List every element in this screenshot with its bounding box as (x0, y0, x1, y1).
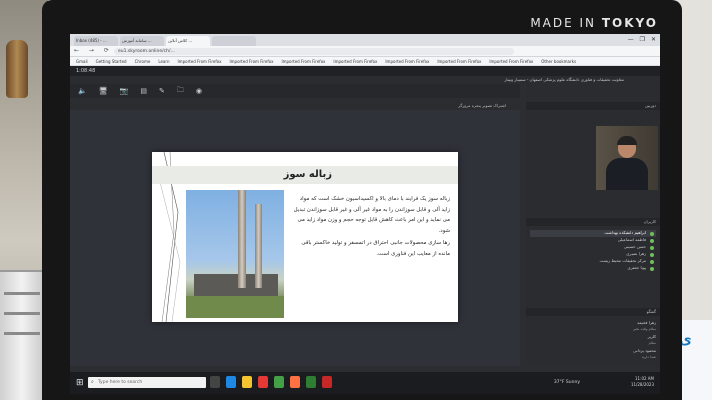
online-dot-icon (650, 245, 654, 250)
meeting-titlebar: معاونت تحقیقات و فناوری دانشگاه علوم پزش… (70, 76, 660, 84)
bookmarks-bar: Gmail Getting Started Chrome Learn Impor… (70, 57, 660, 66)
slide-paragraph: رها سازی محصولات جانبی احتراق در اتمسفر … (301, 240, 450, 257)
file-explorer-icon[interactable] (242, 376, 252, 388)
browser-tab[interactable]: Inbox (485) - ... (74, 36, 118, 46)
pen-icon[interactable]: ✎ (159, 87, 165, 95)
camera-icon[interactable]: 📷 (120, 87, 129, 95)
chrome-icon[interactable] (274, 376, 284, 388)
participant-row[interactable]: زهرا نصیری (530, 251, 656, 258)
bookmark-item[interactable]: Imported From Firefox (279, 59, 327, 64)
firefox-icon[interactable] (290, 376, 300, 388)
users-panel-header: کاربران (526, 218, 660, 226)
slide-title: زباله سوز (283, 169, 332, 180)
photo-scene: ی MADE IN TOKYO Inbox (485) - ... سامانه… (0, 0, 712, 400)
monitor: MADE IN TOKYO Inbox (485) - ... سامانه آ… (42, 0, 682, 400)
search-icon: ⌕ (91, 379, 94, 385)
online-dot-icon (650, 252, 654, 257)
session-timer: 1:08:48 (76, 68, 96, 74)
weather-widget[interactable]: 37°F Sunny (554, 380, 580, 385)
slide-paragraph: زباله سوز یک فرایند با دمای بالا و اکسید… (293, 196, 450, 234)
online-dot-icon (650, 231, 654, 236)
bookmark-item[interactable]: Imported From Firefox (435, 59, 483, 64)
vase (6, 40, 28, 98)
participant-row[interactable]: مرکز تحقیقات محیط زیست (530, 258, 656, 265)
browser-tab-strip: Inbox (485) - ... سامانه آموزش ... کلاس … (70, 34, 660, 46)
online-dot-icon (650, 266, 654, 271)
windows-start-icon[interactable]: ⊞ (76, 378, 84, 388)
bookmark-item[interactable]: Imported From Firefox (487, 59, 535, 64)
chat-message: سلام وقت بخیر (632, 327, 656, 331)
browser-tab-active[interactable]: کلاس آنلاین ... (166, 36, 210, 46)
speaker-icon[interactable]: 🔈 (78, 87, 87, 95)
presentation-stage: زباله سوز زباله سوز یک فرایند با دمای با… (70, 110, 520, 366)
chat-message: سلام (648, 341, 656, 345)
stage-label: اشتراک تصویر پنجره مرورگر (458, 103, 506, 108)
participant-row[interactable]: پویا جعفری (530, 265, 656, 272)
bookmark-item[interactable]: Other bookmarks (539, 59, 578, 64)
excel-icon[interactable] (306, 376, 316, 388)
screen-share-icon[interactable]: 🖥 (99, 87, 108, 95)
powerpoint-icon[interactable] (258, 376, 268, 388)
maximize-icon[interactable]: ❐ (640, 36, 645, 44)
chat-author: کاربر (647, 334, 656, 339)
meeting-topbar: 1:08:48 (70, 66, 660, 76)
meeting-toolbar: 🔈 🖥 📷 ▤ ✎ 🗀 ◉ (70, 84, 520, 98)
whiteboard-icon[interactable]: ▤ (140, 87, 147, 95)
nav-arrows-icon[interactable]: ← → ⟳ (74, 47, 113, 54)
system-clock[interactable]: 11:02 AM 11/28/2023 (631, 376, 654, 388)
printer-device (0, 270, 44, 400)
edge-icon[interactable] (226, 376, 236, 388)
taskbar-apps (210, 376, 332, 388)
slide-body: زباله سوز یک فرایند با دمای بالا و اکسید… (292, 194, 450, 318)
meeting-sidebar: دوربین کاربران ابراهیم دانشکده بهداشت فا… (526, 84, 660, 366)
folder-icon[interactable]: 🗀 (177, 86, 184, 97)
chat-author: زهرا فخیمه (637, 320, 656, 325)
record-icon[interactable]: ◉ (196, 87, 202, 95)
address-input[interactable]: eu1.skyroom.online/ch/... (114, 48, 514, 55)
monitor-brand: MADE IN TOKYO (530, 16, 658, 30)
chat-list: زهرا فخیمه سلام وقت بخیر کاربر سلام محمو… (530, 320, 656, 362)
windows-taskbar: ⊞ ⌕ Type here to search 37°F Sunny 11:02… (70, 372, 660, 394)
meeting-title: معاونت تحقیقات و فناوری دانشگاه علوم پزش… (504, 77, 624, 82)
stage-header: اشتراک تصویر پنجره مرورگر (70, 102, 520, 110)
window-controls: — ❐ ✕ (628, 36, 656, 44)
participant-row[interactable]: فاطمه اسماعیلی (530, 237, 656, 244)
incinerator-photo (186, 190, 284, 318)
minimize-icon[interactable]: — (628, 36, 634, 44)
bookmark-item[interactable]: Imported From Firefox (383, 59, 431, 64)
camera-panel-header: دوربین (526, 102, 660, 110)
bookmark-item[interactable]: Chrome (133, 59, 153, 64)
participant-list: ابراهیم دانشکده بهداشت فاطمه اسماعیلی حس… (530, 230, 656, 272)
chat-panel-header: گفتگو (526, 308, 660, 316)
shared-slide: زباله سوز زباله سوز یک فرایند با دمای با… (152, 152, 458, 322)
screen: Inbox (485) - ... سامانه آموزش ... کلاس … (70, 34, 660, 394)
chat-author: محمود یزدانی (633, 348, 656, 353)
taskbar-search-input[interactable]: ⌕ Type here to search (88, 377, 206, 388)
task-view-icon[interactable] (210, 376, 220, 388)
acrobat-icon[interactable] (322, 376, 332, 388)
address-bar-row: ← → ⟳ eu1.skyroom.online/ch/... (70, 46, 660, 57)
participant-row[interactable]: حسن حسینی (530, 244, 656, 251)
new-tab-button[interactable] (212, 36, 256, 46)
bookmark-item[interactable]: Gmail (74, 59, 90, 64)
presenter-video[interactable] (596, 126, 658, 190)
online-dot-icon (650, 259, 654, 264)
chat-message: صدا دارید (641, 355, 656, 359)
close-icon[interactable]: ✕ (651, 36, 656, 44)
bookmark-item[interactable]: Imported From Firefox (227, 59, 275, 64)
bookmark-item[interactable]: Learn (156, 59, 171, 64)
bookmark-item[interactable]: Imported From Firefox (176, 59, 224, 64)
bookmark-item[interactable]: Imported From Firefox (331, 59, 379, 64)
browser-tab[interactable]: سامانه آموزش ... (120, 36, 164, 46)
online-dot-icon (650, 238, 654, 243)
participant-row[interactable]: ابراهیم دانشکده بهداشت (530, 230, 656, 237)
bookmark-item[interactable]: Getting Started (94, 59, 129, 64)
